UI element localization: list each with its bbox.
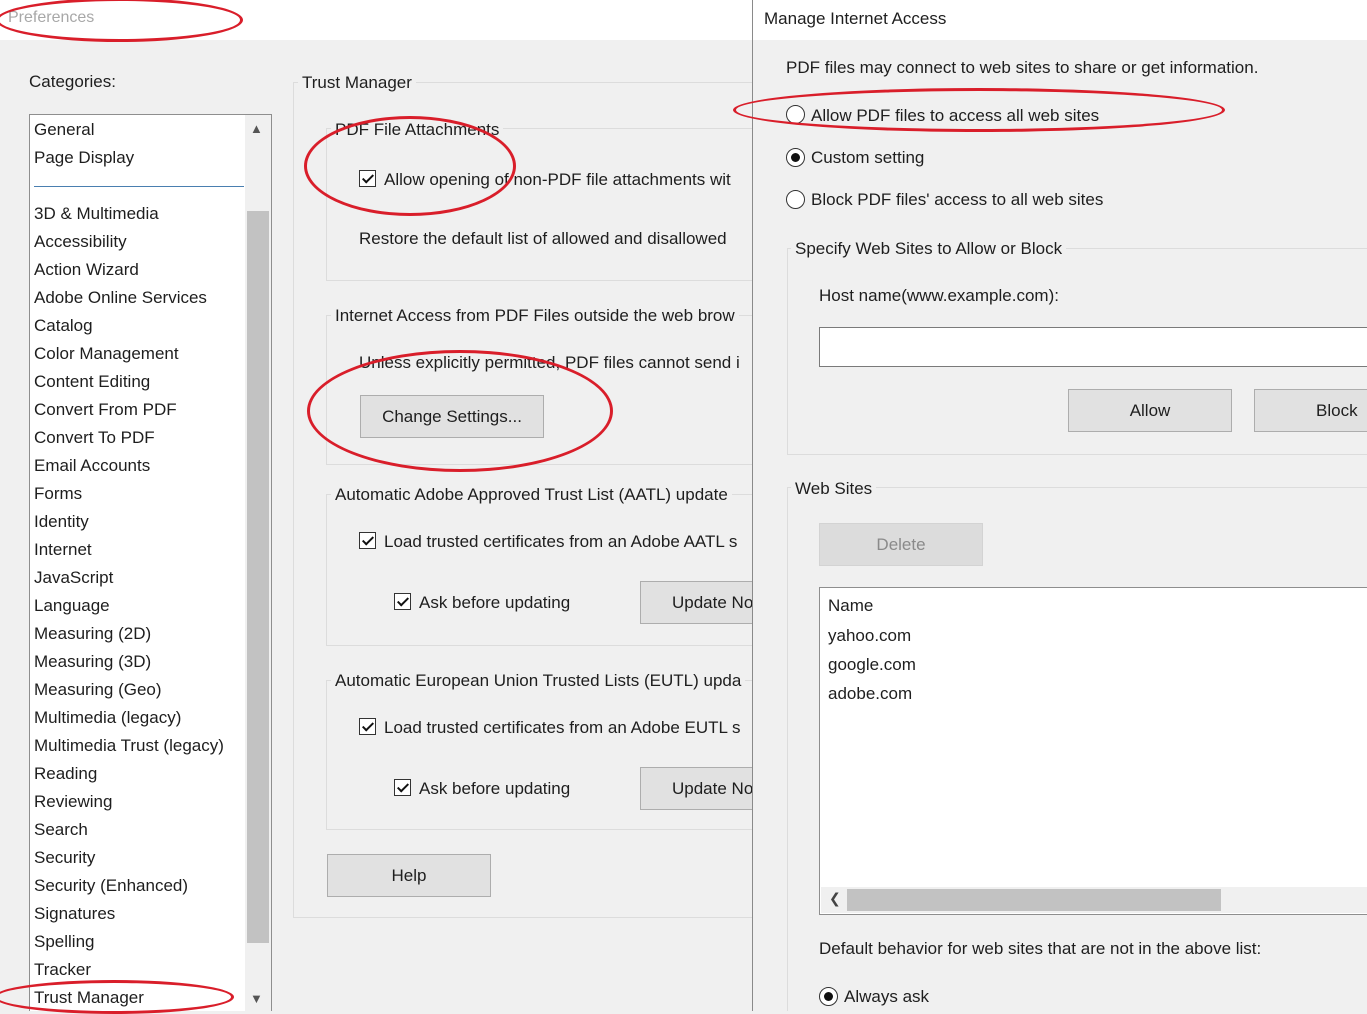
attachments-group-label: PDF File Attachments (331, 120, 504, 140)
attachments-group (326, 128, 752, 281)
chevron-up-icon[interactable]: ▲ (250, 121, 263, 136)
category-item[interactable]: Measuring (3D) (34, 652, 151, 672)
category-general[interactable]: General (34, 120, 94, 140)
category-item[interactable]: Tracker (34, 960, 91, 980)
category-item[interactable]: Signatures (34, 904, 115, 924)
category-item[interactable]: Trust Manager (34, 988, 144, 1008)
aatl-load-label[interactable]: Load trusted certificates from an Adobe … (384, 532, 737, 552)
web-sites-list[interactable]: Name yahoo.com google.com adobe.com ❮ (819, 587, 1367, 915)
eutl-load-checkbox[interactable] (359, 718, 376, 735)
category-item[interactable]: Security (Enhanced) (34, 876, 188, 896)
aatl-ask-label[interactable]: Ask before updating (419, 593, 570, 613)
block-button[interactable]: Block (1254, 389, 1367, 432)
always-ask-radio[interactable] (819, 987, 838, 1006)
sites-horizontal-scrollbar[interactable]: ❮ (821, 887, 1367, 913)
host-name-input[interactable] (819, 327, 1367, 367)
categories-scrollbar[interactable]: ▲ ▼ (245, 115, 271, 1011)
category-item[interactable]: Reading (34, 764, 97, 784)
sites-column-header[interactable]: Name (828, 596, 873, 616)
categories-scroll-thumb[interactable] (247, 211, 269, 943)
change-settings-button[interactable]: Change Settings... (360, 395, 544, 438)
aatl-load-checkbox[interactable] (359, 532, 376, 549)
aatl-ask-checkbox[interactable] (394, 593, 411, 610)
category-item[interactable]: 3D & Multimedia (34, 204, 159, 224)
categories-separator (34, 186, 244, 187)
specify-sites-label: Specify Web Sites to Allow or Block (791, 239, 1067, 259)
block-all-radio[interactable] (786, 190, 805, 209)
category-item[interactable]: Catalog (34, 316, 93, 336)
restore-default-text: Restore the default list of allowed and … (359, 229, 727, 248)
help-button[interactable]: Help (327, 854, 491, 897)
internet-access-group-label: Internet Access from PDF Files outside t… (331, 306, 739, 326)
categories-label: Categories: (29, 72, 116, 91)
list-item[interactable]: google.com (828, 655, 916, 675)
category-item[interactable]: Forms (34, 484, 82, 504)
category-item[interactable]: Spelling (34, 932, 95, 952)
eutl-ask-label[interactable]: Ask before updating (419, 779, 570, 799)
preferences-title: Preferences (8, 9, 95, 26)
category-item[interactable]: Identity (34, 512, 89, 532)
category-item[interactable]: Search (34, 820, 88, 840)
eutl-group-label: Automatic European Union Trusted Lists (… (331, 671, 746, 691)
eutl-update-button[interactable]: Update No (640, 767, 752, 810)
dialog-title: Manage Internet Access (764, 9, 947, 28)
dialog-titlebar: Manage Internet Access (753, 0, 1367, 40)
allow-all-label[interactable]: Allow PDF files to access all web sites (811, 106, 1099, 126)
web-sites-label: Web Sites (791, 479, 877, 499)
manage-internet-access-dialog: Manage Internet Access PDF files may con… (752, 0, 1367, 1011)
custom-setting-radio[interactable] (786, 148, 805, 167)
host-name-label: Host name(www.example.com): (819, 286, 1059, 305)
panel-title: Trust Manager (298, 73, 416, 93)
internet-access-text: Unless explicitly permitted, PDF files c… (359, 353, 740, 372)
allow-all-radio[interactable] (786, 105, 805, 124)
custom-setting-label[interactable]: Custom setting (811, 148, 924, 168)
always-ask-label[interactable]: Always ask (844, 987, 929, 1007)
category-item[interactable]: Email Accounts (34, 456, 150, 476)
list-item[interactable]: adobe.com (828, 684, 912, 704)
category-item[interactable]: Internet (34, 540, 92, 560)
category-item[interactable]: JavaScript (34, 568, 113, 588)
aatl-group-label: Automatic Adobe Approved Trust List (AAT… (331, 485, 732, 505)
list-item[interactable]: yahoo.com (828, 626, 911, 646)
delete-button[interactable]: Delete (819, 523, 983, 566)
category-item[interactable]: Measuring (2D) (34, 624, 151, 644)
category-item[interactable]: Color Management (34, 344, 179, 364)
preferences-titlebar (0, 0, 752, 40)
category-item[interactable]: Adobe Online Services (34, 288, 207, 308)
category-item[interactable]: Accessibility (34, 232, 127, 252)
eutl-ask-checkbox[interactable] (394, 779, 411, 796)
category-item[interactable]: Security (34, 848, 95, 868)
preferences-window: Preferences Categories: General Page Dis… (0, 0, 752, 1011)
category-item[interactable]: Measuring (Geo) (34, 680, 162, 700)
allow-button[interactable]: Allow (1068, 389, 1232, 432)
category-item[interactable]: Content Editing (34, 372, 150, 392)
category-item[interactable]: Language (34, 596, 110, 616)
category-page-display[interactable]: Page Display (34, 148, 134, 168)
eutl-load-label[interactable]: Load trusted certificates from an Adobe … (384, 718, 741, 738)
category-item[interactable]: Action Wizard (34, 260, 139, 280)
default-behavior-label: Default behavior for web sites that are … (819, 939, 1262, 958)
category-item[interactable]: Convert To PDF (34, 428, 155, 448)
category-item[interactable]: Convert From PDF (34, 400, 177, 420)
dialog-intro: PDF files may connect to web sites to sh… (786, 58, 1259, 77)
internet-access-group (326, 315, 752, 465)
chevron-left-icon[interactable]: ❮ (829, 890, 841, 907)
sites-scroll-thumb[interactable] (847, 889, 1221, 911)
category-item[interactable]: Reviewing (34, 792, 112, 812)
aatl-update-button[interactable]: Update No (640, 581, 752, 624)
chevron-down-icon[interactable]: ▼ (250, 991, 263, 1006)
category-item[interactable]: Multimedia Trust (legacy) (34, 736, 224, 756)
allow-attachments-checkbox[interactable] (359, 170, 376, 187)
category-item[interactable]: Multimedia (legacy) (34, 708, 181, 728)
block-all-label[interactable]: Block PDF files' access to all web sites (811, 190, 1103, 210)
allow-attachments-label[interactable]: Allow opening of non-PDF file attachment… (384, 170, 731, 190)
categories-list[interactable]: General Page Display 3D & Multimedia Acce… (29, 114, 272, 1011)
